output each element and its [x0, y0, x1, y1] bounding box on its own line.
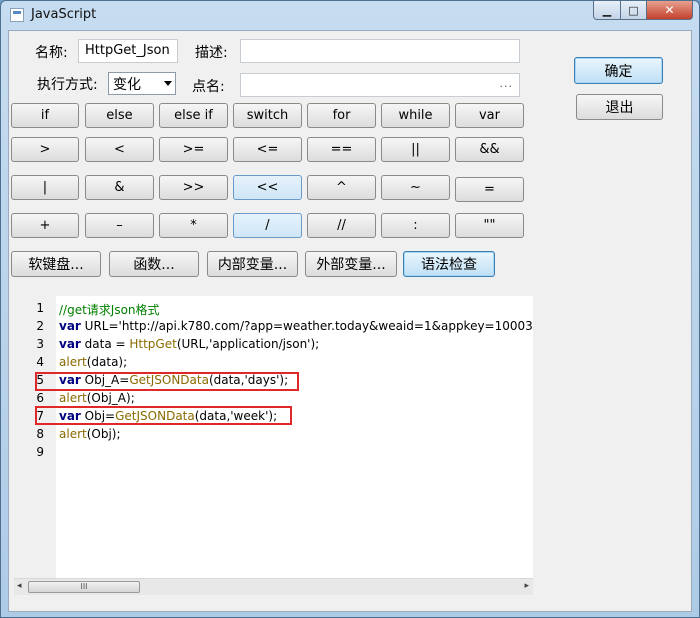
- close-icon: ✕: [664, 3, 675, 17]
- key-colon[interactable]: :: [381, 213, 450, 238]
- key-plus[interactable]: +: [11, 213, 79, 238]
- key-quotes[interactable]: "": [455, 213, 524, 238]
- title-bar[interactable]: JavaScript ▁ □ ✕: [1, 1, 699, 29]
- window-controls: ▁ □ ✕: [593, 1, 693, 21]
- soft-keyboard-button[interactable]: 软键盘...: [11, 251, 101, 277]
- line-number: 1: [36, 301, 44, 315]
- key-comment[interactable]: //: [307, 213, 376, 238]
- point-name-input[interactable]: ...: [240, 73, 520, 97]
- javascript-dialog-window: JavaScript ▁ □ ✕ 名称: HttpGet_Json 描述: 执行…: [0, 0, 700, 618]
- key-divide[interactable]: /: [233, 213, 302, 238]
- maximize-icon: □: [628, 3, 639, 17]
- dialog-client-area: 名称: HttpGet_Json 描述: 执行方式: 变化 点名: ... 确定…: [8, 30, 692, 612]
- key-bitwise-and[interactable]: &: [85, 175, 154, 200]
- minimize-button[interactable]: ▁: [593, 1, 621, 20]
- key-if[interactable]: if: [11, 103, 79, 128]
- highlight-box-line-7: [35, 406, 292, 425]
- key-shift-right[interactable]: >>: [159, 175, 228, 200]
- key-while[interactable]: while: [381, 103, 450, 128]
- functions-button[interactable]: 函数...: [109, 251, 199, 277]
- description-input[interactable]: [240, 39, 520, 63]
- code-line-1: //get请求Json格式: [59, 303, 160, 317]
- syntax-check-button[interactable]: 语法检查: [403, 251, 495, 277]
- key-logical-or[interactable]: ||: [381, 137, 450, 162]
- key-bitwise-not[interactable]: ~: [381, 175, 450, 200]
- code-line-3: var data = HttpGet(URL,'application/json…: [59, 337, 320, 351]
- key-assign[interactable]: =: [455, 177, 524, 202]
- external-variables-button[interactable]: 外部变量...: [305, 251, 397, 277]
- ok-button[interactable]: 确定: [574, 57, 663, 84]
- line-number: 3: [36, 337, 44, 351]
- point-name-label: 点名:: [192, 79, 225, 95]
- code-line-8: alert(Obj);: [59, 427, 121, 441]
- name-label: 名称:: [35, 45, 68, 61]
- line-number: 4: [36, 355, 44, 369]
- code-line-6: alert(Obj_A);: [59, 391, 135, 405]
- minimize-icon: ▁: [602, 3, 612, 17]
- key-equals-equals[interactable]: ==: [307, 137, 376, 162]
- horizontal-scrollbar[interactable]: ◂ III ▸: [14, 578, 533, 595]
- line-number: 2: [36, 319, 44, 333]
- point-browse-button[interactable]: ...: [500, 77, 514, 90]
- maximize-button[interactable]: □: [621, 1, 647, 20]
- scroll-left-icon[interactable]: ◂: [17, 581, 22, 591]
- key-logical-and[interactable]: &&: [455, 137, 524, 162]
- exec-mode-value: 变化: [113, 77, 141, 93]
- close-button[interactable]: ✕: [647, 1, 693, 20]
- line-number-gutter: 1 2 3 4 5 6 7 8 9: [14, 296, 56, 578]
- key-less-equal[interactable]: <=: [233, 137, 302, 162]
- code-editor[interactable]: 1 2 3 4 5 6 7 8 9 //get请求Json格式 var URL=…: [14, 296, 533, 595]
- key-multiply[interactable]: *: [159, 213, 228, 238]
- key-var[interactable]: var: [455, 103, 524, 128]
- exec-mode-select[interactable]: 变化: [108, 72, 176, 95]
- key-xor[interactable]: ^: [307, 175, 376, 200]
- key-else-if[interactable]: else if: [159, 103, 228, 128]
- scrollbar-thumb[interactable]: III: [28, 581, 140, 593]
- key-greater-equal[interactable]: >=: [159, 137, 228, 162]
- description-label: 描述:: [195, 45, 228, 61]
- key-else[interactable]: else: [85, 103, 154, 128]
- line-number: 6: [36, 391, 44, 405]
- line-number: 8: [36, 427, 44, 441]
- app-icon: [10, 8, 24, 22]
- exit-button[interactable]: 退出: [576, 94, 663, 120]
- key-switch[interactable]: switch: [233, 103, 302, 128]
- key-shift-left[interactable]: <<: [233, 175, 302, 200]
- code-line-2: var URL='http://api.k780.com/?app=weathe…: [59, 319, 533, 333]
- key-less-than[interactable]: <: [85, 137, 154, 162]
- line-number: 9: [36, 445, 44, 459]
- key-greater-than[interactable]: >: [11, 137, 79, 162]
- window-title: JavaScript: [31, 7, 97, 22]
- key-for[interactable]: for: [307, 103, 376, 128]
- name-input[interactable]: HttpGet_Json: [78, 39, 178, 63]
- exec-mode-label: 执行方式:: [37, 77, 98, 93]
- internal-variables-button[interactable]: 内部变量...: [207, 251, 298, 277]
- key-minus[interactable]: –: [85, 213, 154, 238]
- key-bitwise-or[interactable]: |: [11, 175, 79, 200]
- scroll-right-icon[interactable]: ▸: [524, 581, 529, 591]
- chevron-down-icon: [164, 81, 172, 86]
- code-line-4: alert(data);: [59, 355, 128, 369]
- highlight-box-line-5: [35, 372, 299, 391]
